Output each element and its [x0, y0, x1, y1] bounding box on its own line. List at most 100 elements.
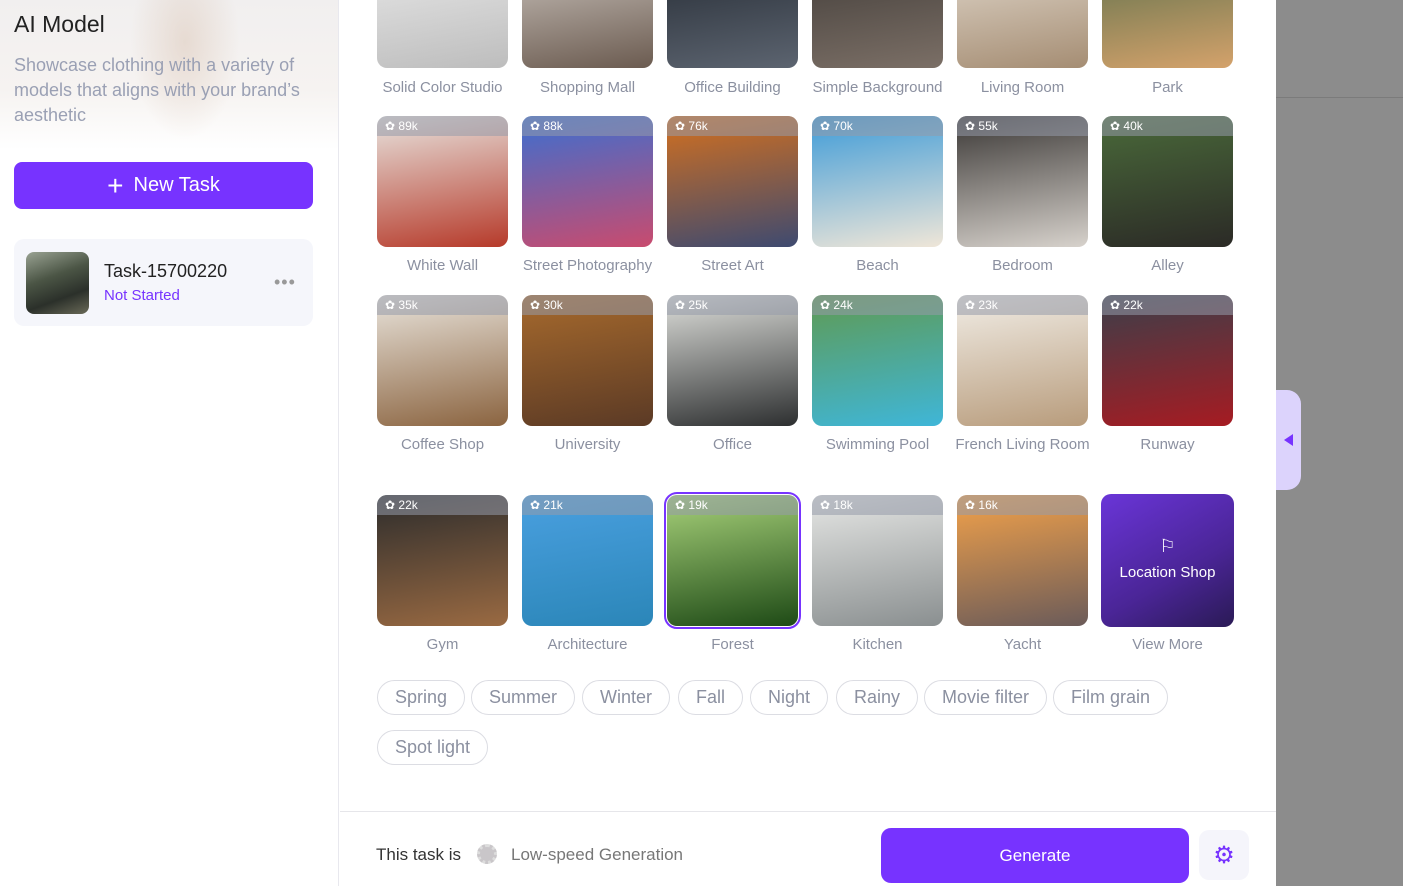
- usage-count-badge: ✿ 89k: [377, 116, 508, 136]
- more-options-icon[interactable]: •••: [274, 272, 296, 293]
- scene-tile[interactable]: ✿ 16k: [957, 495, 1088, 626]
- scene-tile[interactable]: [957, 0, 1088, 68]
- usage-icon: ✿: [965, 298, 979, 312]
- scene-tile[interactable]: ✿ 18k: [812, 495, 943, 626]
- task-status: Not Started: [104, 287, 180, 304]
- caret-left-icon: [1284, 434, 1293, 446]
- task-thumbnail: [26, 252, 89, 314]
- divider: [1276, 97, 1403, 98]
- location-shop-label: Location Shop: [1119, 564, 1216, 581]
- location-shop-tile[interactable]: ⚐ Location Shop: [1101, 494, 1234, 627]
- scene-tile[interactable]: ✿ 21k: [522, 495, 653, 626]
- generate-button[interactable]: Generate: [881, 828, 1189, 883]
- usage-icon: ✿: [675, 298, 689, 312]
- usage-count-badge: ✿ 70k: [812, 116, 943, 136]
- scene-label: Architecture: [547, 636, 628, 653]
- usage-icon: ✿: [385, 298, 399, 312]
- usage-count-badge: ✿ 18k: [812, 495, 943, 515]
- usage-icon: ✿: [385, 498, 399, 512]
- usage-count-badge: ✿ 55k: [957, 116, 1088, 136]
- usage-count-badge: ✿ 16k: [957, 495, 1088, 515]
- usage-icon: ✿: [675, 119, 689, 133]
- scene-label: Swimming Pool: [825, 436, 930, 453]
- usage-icon: ✿: [820, 498, 834, 512]
- usage-count-badge: ✿ 21k: [522, 495, 653, 515]
- scene-label: Bedroom: [992, 257, 1053, 274]
- task-speed-prefix: This task is: [376, 845, 462, 864]
- scene-tile[interactable]: ✿ 89k: [377, 116, 508, 247]
- usage-count-badge: ✿ 35k: [377, 295, 508, 315]
- main-panel: Solid Color Studio Shopping Mall Office Bu…: [340, 0, 1276, 886]
- scene-label: Park: [1152, 79, 1183, 96]
- scene-tile[interactable]: ✿ 76k: [667, 116, 798, 247]
- usage-icon: ✿: [1110, 298, 1124, 312]
- scene-label: Yacht: [1003, 636, 1042, 653]
- scene-tile[interactable]: ✿ 40k: [1102, 116, 1233, 247]
- style-chip[interactable]: Rainy: [836, 680, 919, 715]
- scene-label: Runway: [1140, 436, 1195, 453]
- plus-icon: +: [107, 169, 124, 201]
- usage-icon: ✿: [965, 498, 979, 512]
- style-chip[interactable]: Movie filter: [924, 680, 1048, 715]
- task-name: Task-15700220: [104, 261, 228, 281]
- view-more-link[interactable]: View More: [1095, 634, 1240, 655]
- scene-tile[interactable]: ✿ 70k: [812, 116, 943, 247]
- scene-label: Living Room: [980, 79, 1065, 96]
- scene-tile[interactable]: ✿ 88k: [522, 116, 653, 247]
- scene-tile[interactable]: ✿ 25k: [667, 295, 798, 426]
- usage-count-badge: ✿ 22k: [377, 495, 508, 515]
- scene-label: Shopping Mall: [539, 79, 636, 96]
- scene-label: Office: [713, 436, 752, 453]
- scene-label: White Wall: [406, 257, 479, 274]
- style-chip[interactable]: Night: [750, 680, 829, 715]
- scene-label: Office Building: [684, 79, 781, 96]
- scene-tile[interactable]: [667, 0, 798, 68]
- scene-label: Kitchen: [852, 636, 903, 653]
- usage-count-badge: ✿ 22k: [1102, 295, 1233, 315]
- style-chip[interactable]: Fall: [678, 680, 744, 715]
- scene-tile[interactable]: ✿ 23k: [957, 295, 1088, 426]
- scene-tile[interactable]: [812, 0, 943, 68]
- usage-count-badge: ✿ 30k: [522, 295, 653, 315]
- usage-icon: ✿: [385, 119, 399, 133]
- scene-tile[interactable]: [1102, 0, 1233, 68]
- collapse-panel-button[interactable]: [1276, 390, 1301, 490]
- usage-count-badge: ✿ 23k: [957, 295, 1088, 315]
- gear-icon[interactable]: ⚙: [1199, 830, 1249, 880]
- scene-label: Alley: [1151, 257, 1184, 274]
- usage-count-badge: ✿ 19k: [667, 495, 798, 515]
- scene-tile[interactable]: ✿ 24k: [812, 295, 943, 426]
- style-chip[interactable]: Film grain: [1053, 680, 1169, 715]
- scene-tile[interactable]: ✿ 55k: [957, 116, 1088, 247]
- speed-label: Low-speed Generation: [511, 845, 684, 864]
- usage-icon: ✿: [530, 298, 544, 312]
- scene-tile[interactable]: ✿ 30k: [522, 295, 653, 426]
- scene-label: Forest: [711, 636, 754, 653]
- style-chip[interactable]: Winter: [582, 680, 671, 715]
- usage-icon: ✿: [675, 498, 689, 512]
- usage-icon: ✿: [820, 298, 834, 312]
- new-task-button[interactable]: + New Task: [14, 162, 313, 209]
- task-card[interactable]: Task-15700220 Not Started •••: [14, 239, 313, 326]
- scene-tile[interactable]: [522, 0, 653, 68]
- page-description: Showcase clothing with a variety of mode…: [14, 55, 300, 125]
- scene-label: Beach: [856, 257, 899, 274]
- scene-tile[interactable]: ✿ 35k: [377, 295, 508, 426]
- scene-label: Street Photography: [522, 257, 653, 274]
- scene-label: Coffee Shop: [400, 436, 485, 453]
- scene-tile[interactable]: ✿ 22k: [1102, 295, 1233, 426]
- style-chip[interactable]: Spot light: [377, 730, 489, 765]
- style-chip[interactable]: Summer: [471, 680, 576, 715]
- scene-label: Simple Background: [812, 79, 943, 96]
- scene-tile[interactable]: ✿ 22k: [377, 495, 508, 626]
- scene-label: Solid Color Studio: [382, 79, 503, 96]
- usage-count-badge: ✿ 25k: [667, 295, 798, 315]
- usage-count-badge: ✿ 40k: [1102, 116, 1233, 136]
- usage-count-badge: ✿ 24k: [812, 295, 943, 315]
- page-title: AI Model: [14, 11, 105, 37]
- scene-tile[interactable]: [377, 0, 508, 68]
- scene-tile[interactable]: ✿ 19k: [664, 492, 801, 629]
- usage-count-badge: ✿ 76k: [667, 116, 798, 136]
- style-chip[interactable]: Spring: [377, 680, 466, 715]
- usage-icon: ✿: [1110, 119, 1124, 133]
